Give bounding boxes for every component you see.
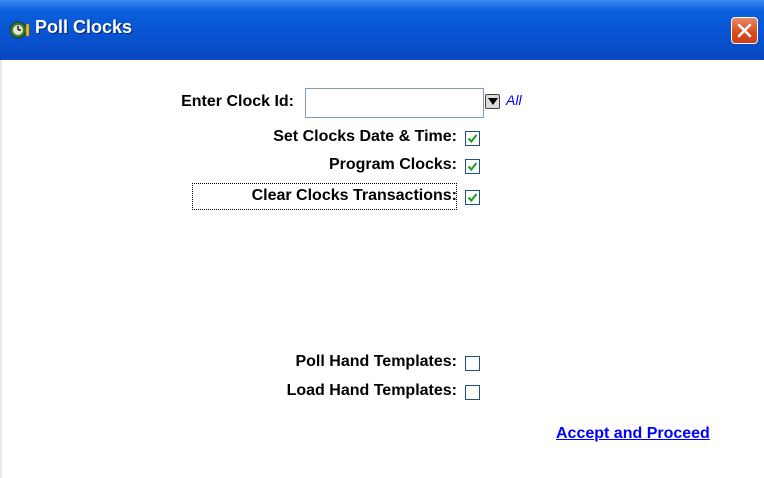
poll-hand-templates-label: Poll Hand Templates: [295, 353, 457, 370]
set-date-time-checkbox[interactable] [465, 131, 480, 146]
checkmark-icon [467, 134, 478, 144]
load-hand-templates-label: Load Hand Templates: [286, 382, 457, 399]
dropdown-arrow-icon [488, 98, 498, 105]
clock-id-label: Enter Clock Id: [181, 93, 294, 110]
clear-transactions-label: Clear Clocks Transactions: [251, 187, 457, 204]
clock-app-icon [9, 19, 31, 41]
program-clocks-label: Program Clocks: [328, 156, 457, 173]
close-icon [737, 23, 752, 38]
window-title: Poll Clocks [35, 17, 133, 37]
accept-and-proceed-link[interactable]: Accept and Proceed [556, 425, 710, 443]
checkmark-icon [467, 162, 478, 172]
set-date-time-label: Set Clocks Date & Time: [273, 128, 457, 145]
program-clocks-checkbox[interactable] [465, 159, 480, 174]
clock-id-dropdown-button[interactable] [485, 94, 500, 109]
close-button[interactable] [731, 17, 758, 44]
clock-id-input[interactable] [305, 88, 484, 118]
clear-transactions-checkbox[interactable] [465, 190, 480, 205]
poll-hand-templates-checkbox[interactable] [465, 356, 480, 371]
load-hand-templates-checkbox[interactable] [465, 385, 480, 400]
poll-clocks-window: Poll Clocks Enter Clock Id: All Set Cloc… [0, 0, 764, 478]
checkmark-icon [467, 193, 478, 203]
title-bar[interactable]: Poll Clocks [0, 0, 764, 60]
all-clocks-link[interactable]: All [506, 92, 522, 108]
dialog-body [0, 60, 764, 478]
